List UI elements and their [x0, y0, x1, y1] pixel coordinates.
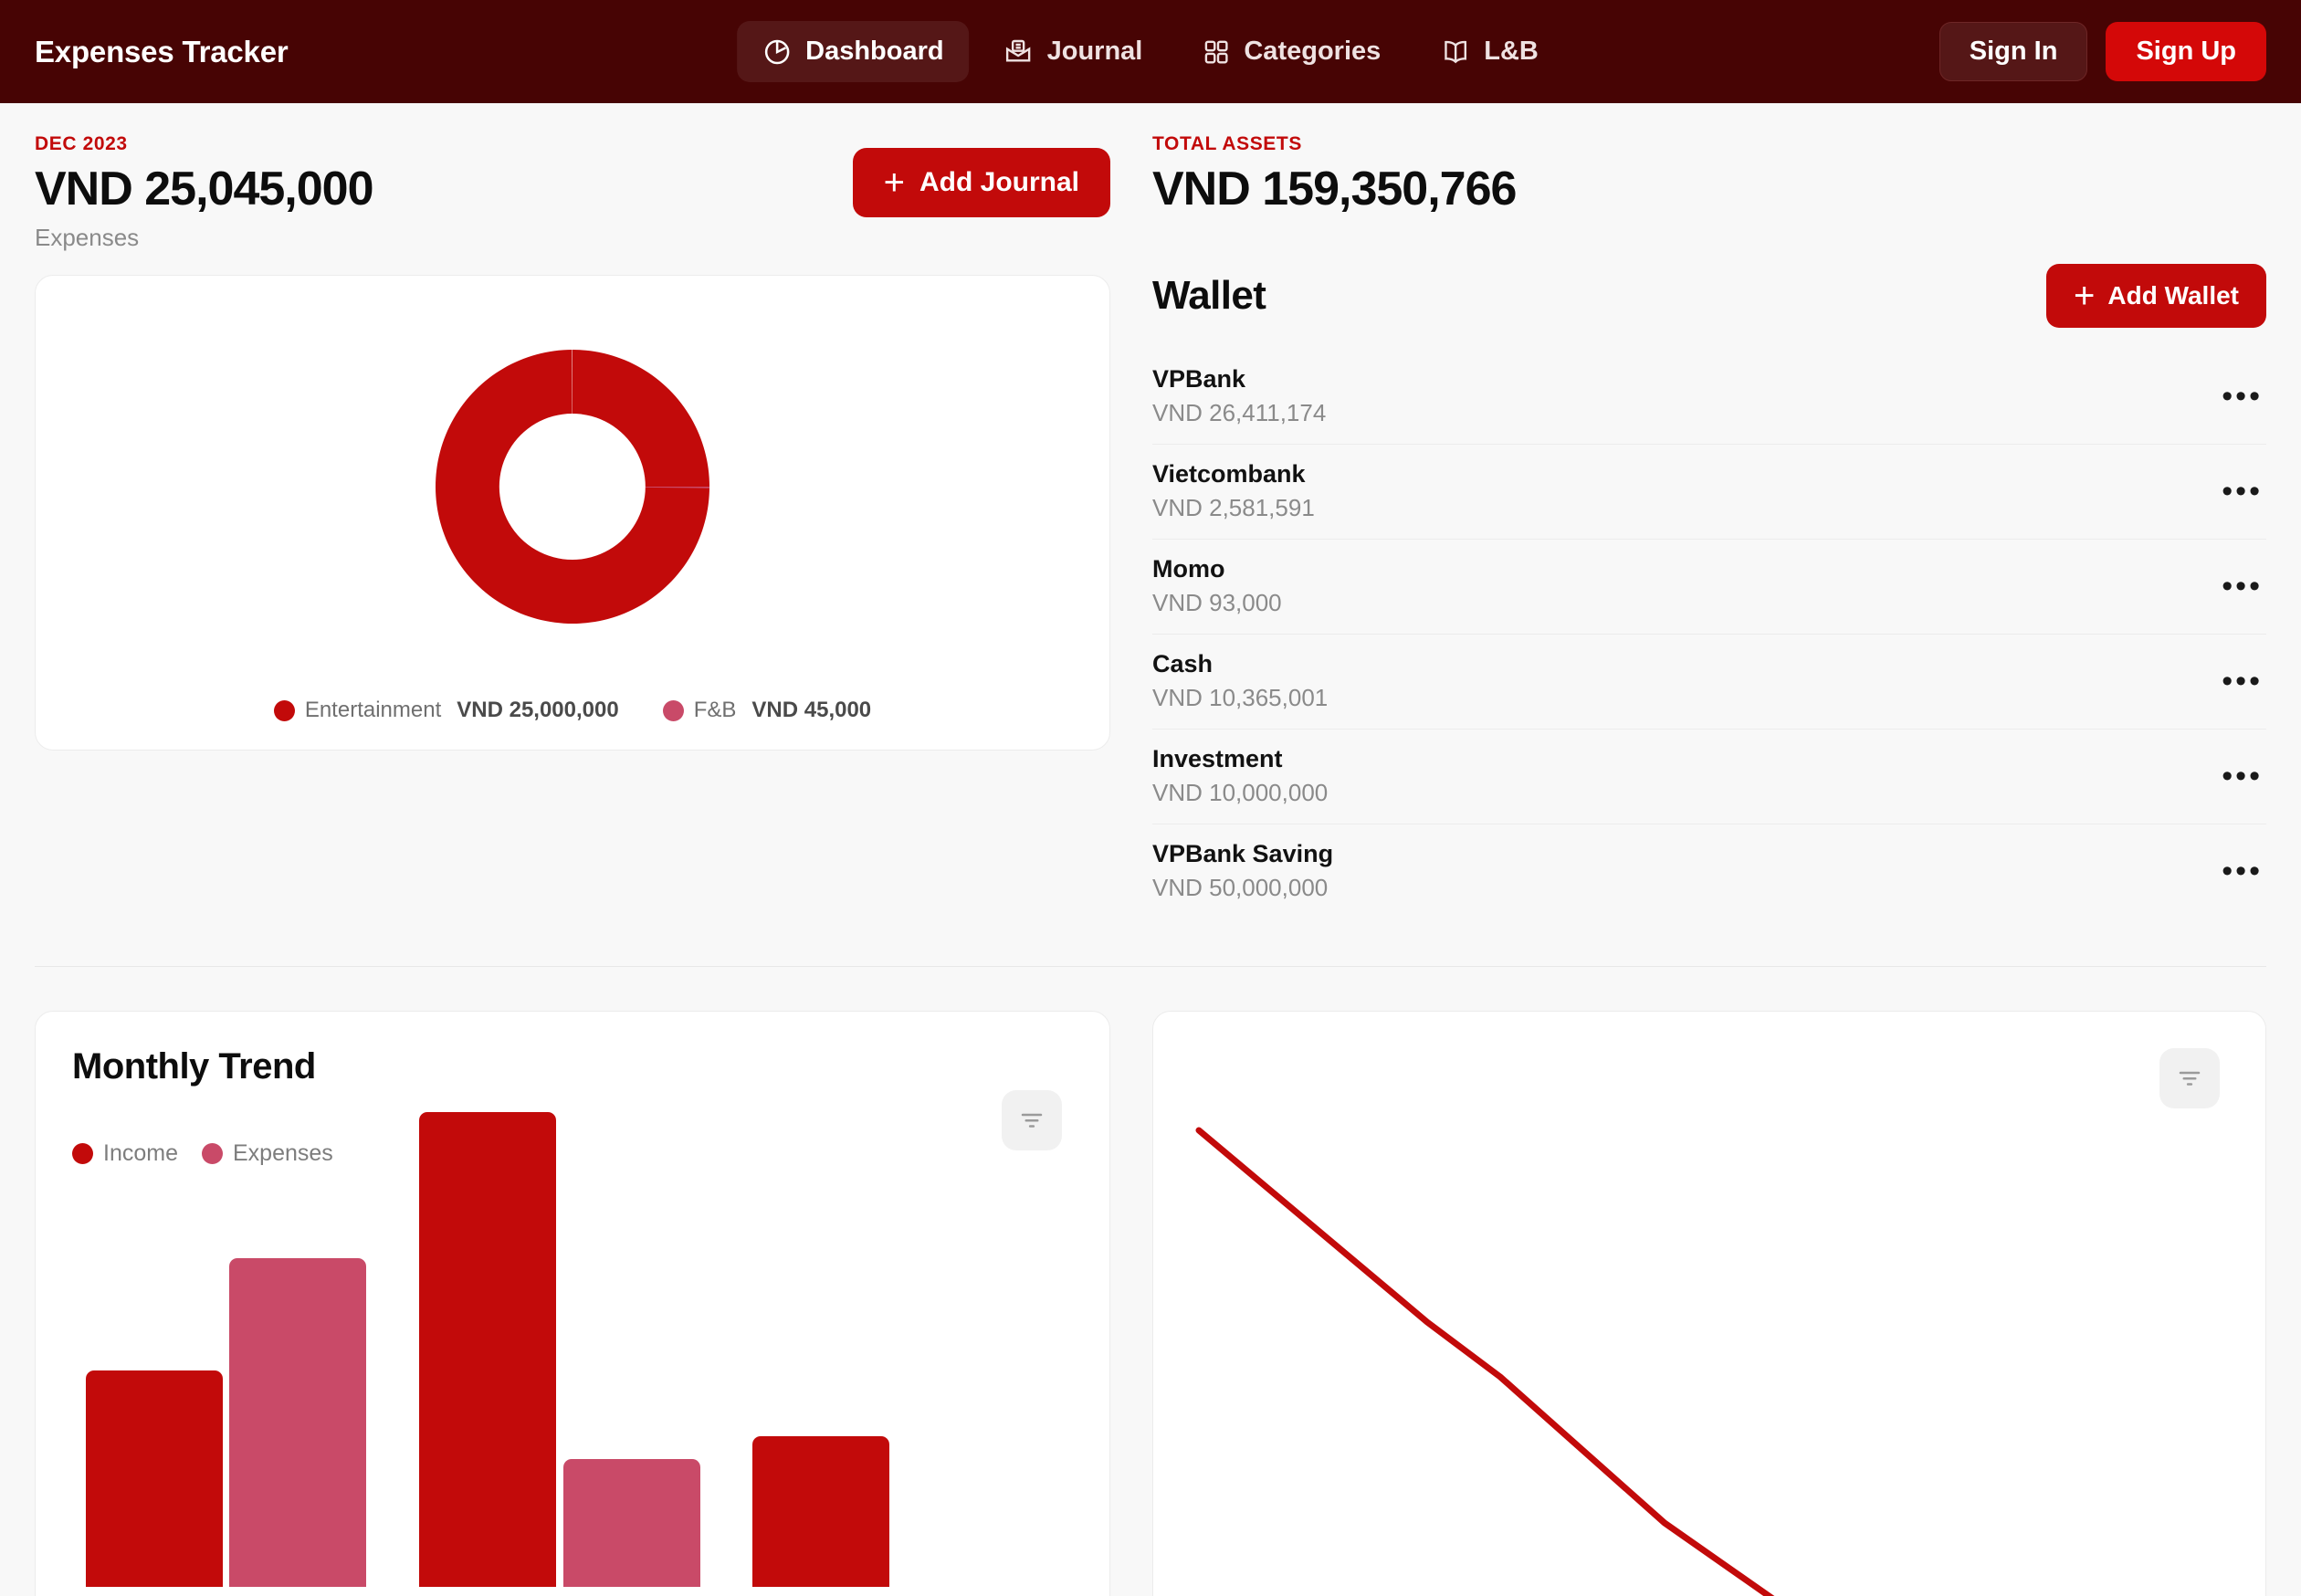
nav-item-lb-label: L&B	[1484, 37, 1539, 66]
legend-item-income: Income	[72, 1140, 178, 1167]
expenses-column: DEC 2023 VND 25,045,000 Expenses + Add J…	[35, 133, 1110, 919]
wallet-item[interactable]: VPBank VND 26,411,174 •••	[1152, 350, 2266, 446]
top-navbar: Expenses Tracker Dashboard Journal Categ…	[0, 0, 2301, 103]
wallet-item[interactable]: Cash VND 10,365,001 •••	[1152, 635, 2266, 730]
total-assets-amount: VND 159,350,766	[1152, 163, 1517, 215]
wallet-item[interactable]: Investment VND 10,000,000 •••	[1152, 730, 2266, 825]
grid-squares-icon	[1203, 38, 1230, 66]
legend-value: VND 25,000,000	[457, 698, 619, 723]
wallet-header: Wallet + Add Wallet	[1152, 264, 2266, 329]
wallet-list: VPBank VND 26,411,174 ••• Vietcombank VN…	[1152, 350, 2266, 919]
legend-color-swatch	[72, 1143, 93, 1165]
legend-color-swatch	[662, 699, 684, 721]
wallet-item[interactable]: VPBank Saving VND 50,000,000 •••	[1152, 824, 2266, 919]
bar-income-m2	[419, 1112, 556, 1588]
plus-icon: +	[883, 163, 905, 203]
wallet-item-name: Investment	[1152, 745, 1283, 773]
wallet-item-amount: VND 10,000,000	[1152, 779, 1329, 807]
add-wallet-button[interactable]: + Add Wallet	[2046, 264, 2266, 329]
wallet-item[interactable]: Momo VND 93,000 •••	[1152, 540, 2266, 635]
wallet-item-amount: VND 2,581,591	[1152, 494, 1315, 522]
balance-line-series	[1195, 1127, 1775, 1596]
legend-item-expenses: Expenses	[201, 1140, 333, 1167]
wallet-item-name: VPBank Saving	[1152, 840, 1334, 868]
wallet-item-menu-icon[interactable]: •••	[2218, 571, 2266, 602]
wallet-item-amount: VND 10,365,001	[1152, 684, 1329, 712]
app-brand-title: Expenses Tracker	[35, 34, 289, 68]
plus-icon: +	[2074, 276, 2096, 317]
total-assets-summary: TOTAL ASSETS VND 159,350,766	[1152, 133, 2266, 215]
wallet-item-name: Vietcombank	[1152, 460, 1306, 488]
add-wallet-label: Add Wallet	[2107, 281, 2239, 310]
total-assets-label: TOTAL ASSETS	[1152, 133, 1302, 154]
expenses-amount: VND 25,045,000	[35, 163, 373, 215]
legend-label: Income	[103, 1140, 178, 1167]
wallet-item-menu-icon[interactable]: •••	[2218, 666, 2266, 697]
donut-chart	[353, 313, 792, 665]
legend-item-entertainment: Entertainment VND 25,000,000	[273, 698, 619, 723]
expenses-period-label: DEC 2023	[35, 133, 128, 154]
wallet-item[interactable]: Vietcombank VND 2,581,591 •••	[1152, 445, 2266, 541]
legend-color-swatch	[273, 699, 295, 721]
bar-expenses-m2	[563, 1459, 700, 1588]
legend-label: F&B	[693, 698, 737, 723]
balance-line-chart	[1195, 1127, 1775, 1596]
expenses-caption: Expenses	[35, 224, 140, 252]
open-book-icon	[1441, 37, 1470, 67]
nav-item-dashboard-label: Dashboard	[805, 37, 944, 66]
auth-actions: Sign In Sign Up	[1939, 22, 2266, 81]
donut-legend: Entertainment VND 25,000,000 F&B VND 45,…	[273, 698, 872, 723]
monthly-trend-title: Monthly Trend	[72, 1046, 316, 1087]
wallet-item-menu-icon[interactable]: •••	[2218, 856, 2266, 887]
wallet-item-menu-icon[interactable]: •••	[2218, 476, 2266, 507]
wallet-item-name: VPBank	[1152, 365, 1246, 394]
wallet-item-name: Cash	[1152, 650, 1214, 678]
nav-item-journal[interactable]: Journal	[979, 21, 1169, 82]
wallet-item-menu-icon[interactable]: •••	[2218, 761, 2266, 792]
nav-item-categories-label: Categories	[1244, 37, 1382, 66]
charts-section: Monthly Trend Income Expenses	[35, 1011, 2266, 1596]
monthly-trend-filter-button[interactable]	[1002, 1090, 1062, 1151]
legend-value: VND 45,000	[751, 698, 872, 723]
monthly-trend-bar-chart	[36, 1112, 1109, 1588]
wallet-title: Wallet	[1152, 273, 1266, 319]
expenses-summary: DEC 2023 VND 25,045,000 Expenses + Add J…	[35, 133, 1110, 252]
monthly-trend-legend: Income Expenses	[36, 1140, 1109, 1167]
legend-item-fb: F&B VND 45,000	[662, 698, 872, 723]
add-journal-label: Add Journal	[919, 167, 1079, 197]
wallet-item-amount: VND 26,411,174	[1152, 399, 1327, 427]
pie-chart-icon	[762, 37, 792, 67]
page-content: DEC 2023 VND 25,045,000 Expenses + Add J…	[0, 103, 2301, 1596]
main-navigation: Dashboard Journal Categories L&B	[737, 21, 1564, 82]
legend-color-swatch	[201, 1143, 223, 1165]
filter-icon	[1018, 1106, 1045, 1136]
sign-up-button[interactable]: Sign Up	[2106, 22, 2266, 81]
assets-wallet-column: TOTAL ASSETS VND 159,350,766 Wallet + Ad…	[1152, 133, 2266, 919]
wallet-item-amount: VND 50,000,000	[1152, 874, 1329, 902]
sign-in-button[interactable]: Sign In	[1939, 22, 2088, 81]
nav-item-lb[interactable]: L&B	[1415, 21, 1564, 82]
journal-envelope-icon	[1004, 37, 1034, 67]
legend-label: Entertainment	[304, 698, 442, 723]
monthly-trend-card: Monthly Trend Income Expenses	[35, 1011, 1110, 1596]
wallet-item-name: Momo	[1152, 555, 1225, 583]
nav-item-dashboard[interactable]: Dashboard	[737, 21, 970, 82]
nav-item-categories[interactable]: Categories	[1177, 21, 1406, 82]
section-divider	[35, 966, 2266, 968]
expenses-donut-card: Entertainment VND 25,000,000 F&B VND 45,…	[35, 275, 1110, 751]
wallet-item-amount: VND 93,000	[1152, 589, 1282, 617]
nav-item-journal-label: Journal	[1046, 37, 1143, 66]
add-journal-button[interactable]: + Add Journal	[852, 148, 1110, 217]
legend-label: Expenses	[232, 1140, 333, 1167]
bar-income-m1	[86, 1370, 223, 1588]
top-section: DEC 2023 VND 25,045,000 Expenses + Add J…	[35, 103, 2266, 919]
bar-income-m3	[752, 1436, 889, 1588]
bar-expenses-m1	[229, 1258, 366, 1588]
balance-trend-card	[1152, 1011, 2266, 1596]
wallet-item-menu-icon[interactable]: •••	[2218, 381, 2266, 412]
